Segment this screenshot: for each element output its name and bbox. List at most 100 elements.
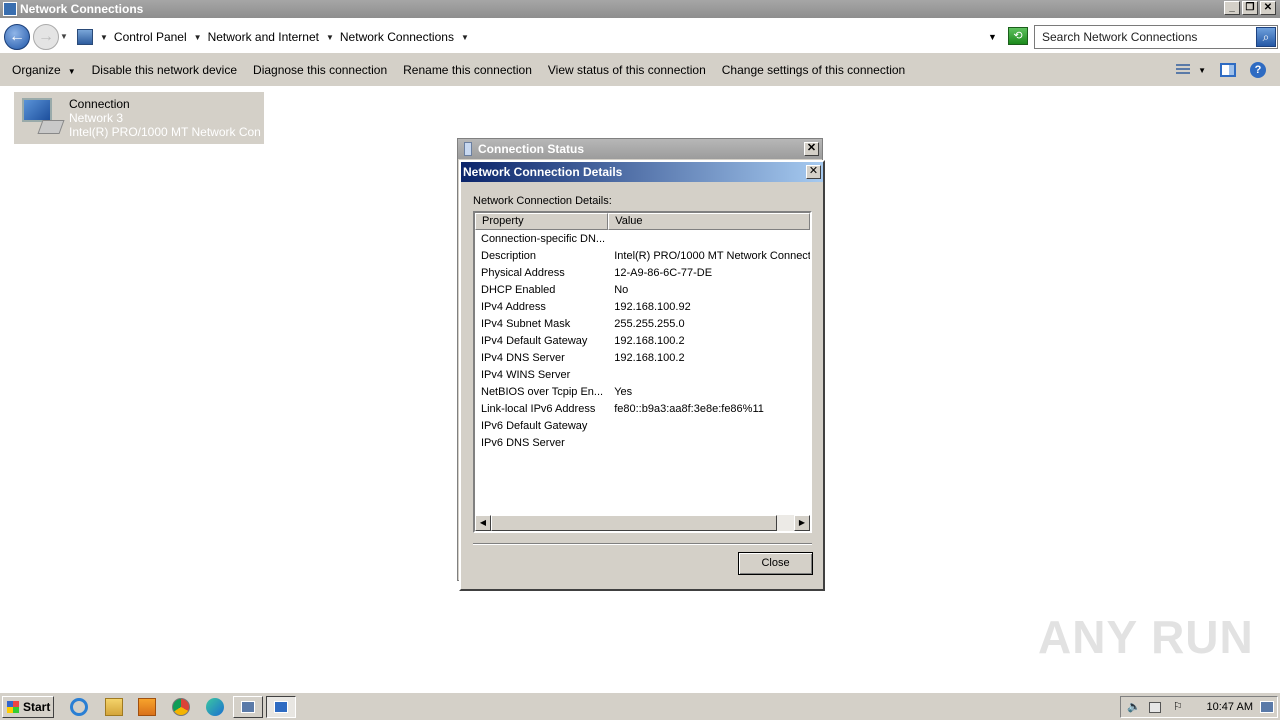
value-cell <box>608 418 810 435</box>
status-close-button[interactable]: ✕ <box>804 142 819 156</box>
action-center-flag-icon[interactable]: ⚐ <box>1173 702 1185 713</box>
table-row[interactable]: IPv6 Default Gateway <box>475 418 810 435</box>
value-cell: 192.168.100.2 <box>614 352 685 364</box>
disable-device-button[interactable]: Disable this network device <box>84 54 245 86</box>
scroll-thumb[interactable] <box>491 515 777 531</box>
status-titlebar: Connection Status ✕ <box>458 139 822 159</box>
property-cell: IPv4 WINS Server <box>481 369 571 381</box>
chevron-down-icon[interactable]: ▼ <box>461 33 469 42</box>
divider <box>473 543 812 545</box>
table-row[interactable]: Description Intel(R) PRO/1000 MT Network … <box>475 248 810 265</box>
window-title: Network Connections <box>20 2 144 16</box>
connection-item[interactable]: Connection Network 3 Intel(R) PRO/1000 M… <box>14 92 264 144</box>
chevron-down-icon[interactable]: ▼ <box>194 33 202 42</box>
back-button[interactable]: ← <box>4 24 30 50</box>
value-cell <box>608 367 810 384</box>
address-history-dropdown[interactable]: ▼ <box>988 32 997 42</box>
breadcrumb-network-connections[interactable]: ▼ Network Connections ▼ <box>319 30 475 44</box>
minimize-button[interactable]: _ <box>1224 1 1240 15</box>
network-icon[interactable] <box>1149 702 1161 713</box>
window-controls: _ ❐ ✕ <box>1224 1 1276 15</box>
connection-adapter: Intel(R) PRO/1000 MT Network Conn... <box>69 125 261 139</box>
dialog-titlebar: Network Connection Details <box>461 162 823 182</box>
property-cell: NetBIOS over Tcpip En... <box>481 386 604 398</box>
window-icon <box>274 701 288 713</box>
column-header-value[interactable]: Value <box>608 213 810 230</box>
search-icon[interactable]: ⌕ <box>1256 27 1276 47</box>
view-dropdown[interactable]: ▼ <box>1198 66 1206 75</box>
details-label: Network Connection Details: <box>473 195 612 207</box>
show-desktop-icon[interactable] <box>1260 701 1274 713</box>
network-connection-details-dialog: Network Connection Details ✕ Network Con… <box>459 160 825 591</box>
table-row[interactable]: IPv6 DNS Server <box>475 435 810 452</box>
table-row[interactable]: Link-local IPv6 Address fe80::b9a3:aa8f:3… <box>475 401 810 418</box>
chevron-down-icon[interactable]: ▼ <box>326 33 334 42</box>
close-button[interactable]: Close <box>738 552 813 575</box>
table-row[interactable]: IPv4 DNS Server 192.168.100.2 <box>475 350 810 367</box>
taskbar: Start 🔈 ⚐ 10:47 AM <box>0 692 1280 720</box>
property-cell: DHCP Enabled <box>481 284 556 296</box>
organize-menu[interactable]: Organize ▼ <box>0 54 84 86</box>
recent-pages-dropdown[interactable]: ▼ <box>60 32 68 41</box>
refresh-button[interactable]: ⟲ <box>1008 27 1028 45</box>
value-cell <box>608 435 810 452</box>
clock[interactable]: 10:47 AM <box>1207 697 1253 717</box>
media-player-icon[interactable] <box>138 698 156 716</box>
change-view-icon[interactable] <box>1176 64 1191 76</box>
table-row[interactable]: IPv4 Subnet Mask 255.255.255.0 <box>475 316 810 333</box>
view-status-button[interactable]: View status of this connection <box>540 54 714 86</box>
command-bar: Organize ▼ Disable this network device Di… <box>0 54 1280 86</box>
details-list[interactable]: Property Value Connection-specific DN...… <box>473 211 812 533</box>
dialog-title: Network Connection Details <box>463 165 623 179</box>
volume-icon[interactable]: 🔈 <box>1127 702 1141 713</box>
horizontal-scrollbar[interactable]: ◀ ▶ <box>475 515 810 531</box>
value-cell <box>608 231 810 248</box>
change-settings-button[interactable]: Change settings of this connection <box>714 54 913 86</box>
forward-button[interactable]: → <box>33 24 59 50</box>
status-title: Connection Status <box>478 142 585 156</box>
edge-icon[interactable] <box>206 698 224 716</box>
close-window-button[interactable]: ✕ <box>1260 1 1276 15</box>
chevron-down-icon: ▼ <box>67 67 76 76</box>
breadcrumb[interactable]: ▼ Control Panel ▼ Network and Internet ▼ Ne… <box>74 26 1029 48</box>
dialog-close-icon[interactable]: ✕ <box>806 165 821 179</box>
rename-button[interactable]: Rename this connection <box>395 54 540 86</box>
column-header-property[interactable]: Property <box>475 213 609 230</box>
preview-pane-icon[interactable] <box>1220 63 1236 77</box>
table-row[interactable]: NetBIOS over Tcpip En... Yes <box>475 384 810 401</box>
property-cell: Link-local IPv6 Address <box>481 403 596 415</box>
network-connections-icon <box>3 2 17 16</box>
table-row[interactable]: IPv4 Default Gateway 192.168.100.2 <box>475 333 810 350</box>
internet-explorer-icon[interactable] <box>70 698 88 716</box>
table-row[interactable]: Connection-specific DN... <box>475 231 810 248</box>
diagnose-button[interactable]: Diagnose this connection <box>245 54 395 86</box>
property-cell: IPv4 Default Gateway <box>481 335 588 347</box>
back-arrow-icon: ← <box>9 28 25 45</box>
value-cell: fe80::b9a3:aa8f:3e8e:fe86%11 <box>614 403 764 415</box>
chrome-icon[interactable] <box>172 698 190 716</box>
refresh-icon: ⟲ <box>1013 30 1023 42</box>
taskbar-network-connections[interactable] <box>233 696 263 718</box>
details-rows: Connection-specific DN... Description Inte… <box>475 230 810 452</box>
breadcrumb-control-panel[interactable]: ▼ Control Panel <box>93 30 187 44</box>
table-row[interactable]: DHCP Enabled No <box>475 282 810 299</box>
search-input[interactable]: Search Network Connections ⌕ <box>1034 25 1278 49</box>
table-row[interactable]: IPv4 Address 192.168.100.92 <box>475 299 810 316</box>
taskbar-connection-status[interactable] <box>266 696 296 718</box>
watermark: ANY RUN <box>1038 611 1254 663</box>
table-row[interactable]: Physical Address 12-A9-86-6C-77-DE <box>475 265 810 282</box>
forward-arrow-icon: → <box>38 28 54 45</box>
restore-button[interactable]: ❐ <box>1242 1 1258 15</box>
help-icon[interactable]: ? <box>1250 62 1266 78</box>
window-icon <box>241 701 255 713</box>
scroll-right-button[interactable]: ▶ <box>794 515 810 531</box>
value-cell: 255.255.255.0 <box>614 318 685 330</box>
connection-status-icon <box>464 142 472 156</box>
table-row[interactable]: IPv4 WINS Server <box>475 367 810 384</box>
chevron-down-icon[interactable]: ▼ <box>100 33 108 42</box>
scroll-left-button[interactable]: ◀ <box>475 515 491 531</box>
breadcrumb-network-and-internet[interactable]: ▼ Network and Internet <box>187 30 319 44</box>
control-panel-icon <box>77 29 93 45</box>
start-button[interactable]: Start <box>2 696 54 718</box>
file-explorer-icon[interactable] <box>105 698 123 716</box>
